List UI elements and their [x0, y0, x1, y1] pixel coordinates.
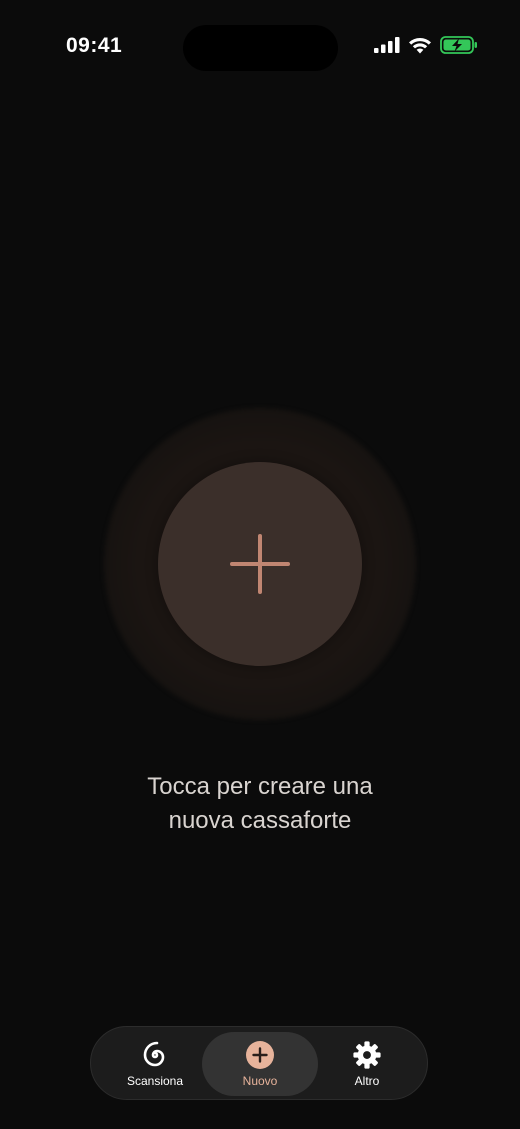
- hint-line-2: nuova cassaforte: [168, 807, 352, 834]
- tab-more[interactable]: Altro: [309, 1032, 425, 1096]
- spiral-icon: [140, 1040, 170, 1070]
- status-time: 09:41: [66, 34, 123, 57]
- create-vault-hint: Tocca per creare una nuova cassaforte: [60, 770, 460, 838]
- wifi-icon: [408, 37, 432, 54]
- status-bar: 09:41: [0, 0, 520, 96]
- gear-icon: [352, 1040, 382, 1070]
- tab-new[interactable]: Nuovo: [202, 1032, 318, 1096]
- dynamic-island: [183, 25, 338, 71]
- status-icons: [374, 36, 478, 54]
- plus-circle-icon: [245, 1040, 275, 1070]
- tab-scan-label: Scansiona: [126, 1074, 184, 1088]
- plus-icon: [230, 534, 290, 594]
- create-vault-button[interactable]: [158, 462, 362, 666]
- create-vault-area: [104, 408, 416, 720]
- tab-new-label: Nuovo: [242, 1074, 278, 1088]
- battery-charging-icon: [440, 36, 478, 54]
- tab-more-label: Altro: [354, 1074, 380, 1088]
- hint-line-1: Tocca per creare una: [147, 773, 373, 800]
- tab-bar: Scansiona Nuovo Altro: [90, 1026, 428, 1100]
- cellular-signal-icon: [374, 37, 400, 53]
- tab-scan[interactable]: Scansiona: [97, 1032, 213, 1096]
